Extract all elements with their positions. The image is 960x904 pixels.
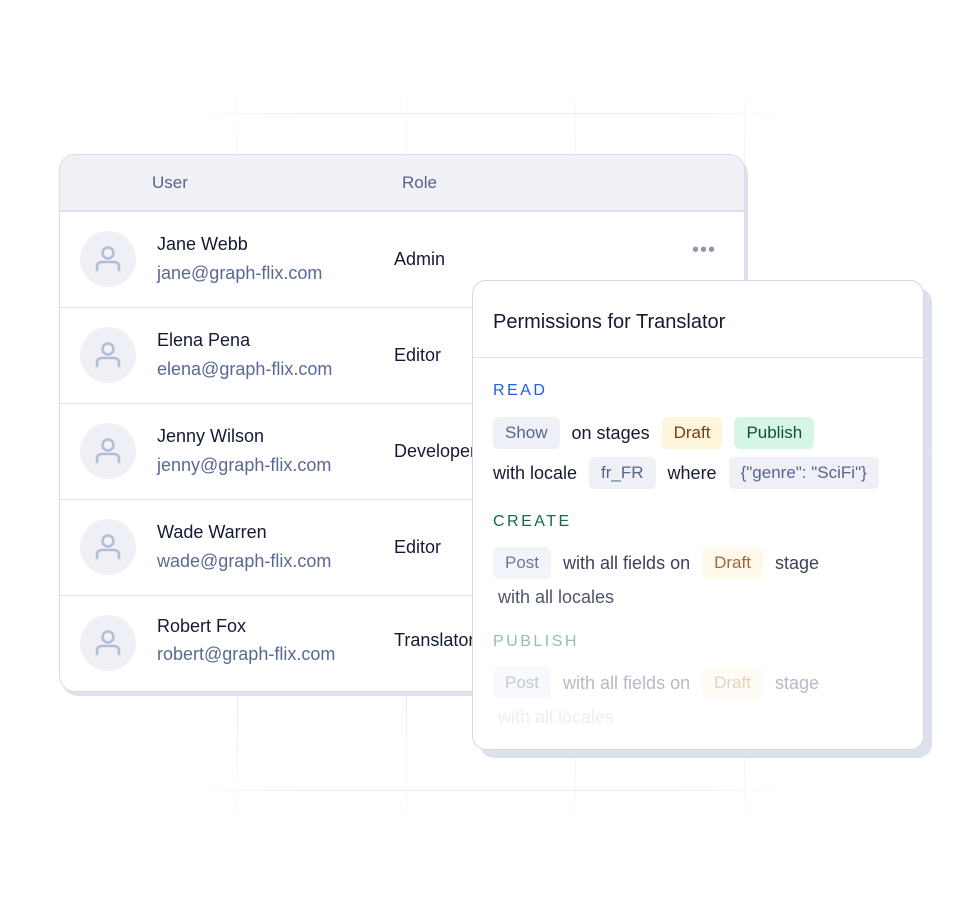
user-icon bbox=[95, 246, 121, 271]
user-email: robert@graph-flix.com bbox=[157, 644, 336, 664]
user-role: Admin bbox=[394, 249, 446, 269]
grid-line bbox=[180, 113, 800, 114]
user-role: Editor bbox=[394, 345, 442, 365]
user-name: Wade Warren bbox=[157, 522, 267, 542]
more-options-icon[interactable]: ••• bbox=[692, 239, 716, 262]
table-header: User Role bbox=[60, 155, 744, 212]
user-icon bbox=[95, 438, 121, 463]
user-icon bbox=[95, 630, 121, 655]
user-email: wade@graph-flix.com bbox=[157, 551, 332, 571]
user-email: jenny@graph-flix.com bbox=[157, 455, 332, 475]
publish-rule-line-2: with all locales bbox=[498, 707, 614, 728]
action-chip[interactable]: Show bbox=[493, 417, 560, 449]
user-icon bbox=[95, 534, 121, 559]
avatar bbox=[80, 423, 136, 479]
rule-text: with all fields on bbox=[563, 552, 691, 573]
user-icon bbox=[95, 342, 121, 367]
avatar bbox=[80, 615, 136, 671]
user-name: Jane Webb bbox=[157, 234, 248, 254]
stage-chip-draft[interactable]: Draft bbox=[661, 417, 723, 449]
popover-title: Permissions for Translator bbox=[493, 311, 726, 333]
rule-text: with locale bbox=[493, 462, 578, 483]
rule-text: with all locales bbox=[498, 707, 615, 727]
column-header-role[interactable]: Role bbox=[402, 173, 437, 193]
user-name: Elena Pena bbox=[157, 330, 251, 350]
stage-chip-publish[interactable]: Publish bbox=[734, 417, 815, 449]
condition-chip[interactable]: {"genre": "SciFi"} bbox=[728, 457, 879, 489]
user-role: Editor bbox=[394, 537, 442, 557]
user-role: Translator bbox=[394, 630, 475, 650]
user-email: jane@graph-flix.com bbox=[157, 263, 323, 283]
stage-chip-draft[interactable]: Draft bbox=[702, 547, 763, 579]
publish-rule-line-1: Post with all fields on Draft stage bbox=[493, 667, 831, 699]
stage-chip-draft[interactable]: Draft bbox=[702, 667, 763, 699]
user-role: Developer bbox=[394, 441, 477, 461]
section-read-label: READ bbox=[493, 382, 548, 399]
rule-text: stage bbox=[774, 552, 819, 573]
rule-text: stage bbox=[774, 672, 819, 693]
read-rule-line-1: Show on stages Draft Publish bbox=[493, 417, 826, 449]
grid-line bbox=[180, 790, 800, 791]
model-chip[interactable]: Post bbox=[493, 547, 552, 579]
permissions-popover: Permissions for Translator READ Show on … bbox=[472, 280, 924, 750]
avatar bbox=[80, 519, 136, 575]
read-rule-line-2: with locale fr_FR where {"genre": "SciFi… bbox=[493, 457, 891, 489]
section-create-label: CREATE bbox=[493, 513, 572, 530]
user-name: Robert Fox bbox=[157, 616, 247, 636]
locale-chip[interactable]: fr_FR bbox=[589, 457, 656, 489]
user-name: Jenny Wilson bbox=[157, 426, 265, 446]
divider bbox=[473, 357, 923, 358]
column-header-user[interactable]: User bbox=[152, 173, 188, 193]
avatar bbox=[80, 231, 136, 287]
rule-text: with all fields on bbox=[563, 672, 691, 693]
rule-text: with all locales bbox=[498, 587, 615, 607]
user-email: elena@graph-flix.com bbox=[157, 359, 333, 379]
section-publish-label: PUBLISH bbox=[493, 633, 579, 650]
avatar bbox=[80, 327, 136, 383]
rule-text: where bbox=[667, 462, 717, 483]
rule-text: on stages bbox=[571, 422, 650, 443]
model-chip[interactable]: Post bbox=[493, 667, 552, 699]
create-rule-line-1: Post with all fields on Draft stage bbox=[493, 547, 831, 579]
create-rule-line-2: with all locales bbox=[498, 587, 614, 608]
